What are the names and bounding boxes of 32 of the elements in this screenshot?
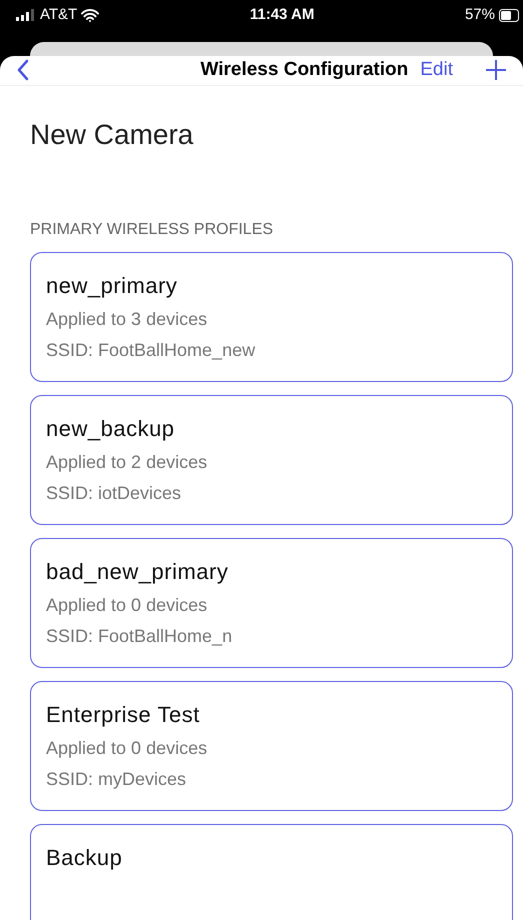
profile-card[interactable]: Enterprise Test Applied to 0 devices SSID: myDevices bbox=[30, 680, 513, 810]
page-heading: New Camera bbox=[30, 118, 194, 152]
profile-name: new_primary bbox=[46, 272, 178, 300]
wifi-icon bbox=[81, 8, 100, 22]
battery-icon bbox=[499, 8, 519, 22]
carrier-name: AT&T bbox=[40, 4, 78, 25]
profile-name: Enterprise Test bbox=[46, 700, 201, 729]
plus-icon bbox=[485, 59, 507, 82]
ssid-text: SSID: FootBallHome_n bbox=[46, 624, 234, 648]
ssid-text: SSID: FootBallHome_new bbox=[46, 338, 256, 362]
clock-time: 11:43 AM bbox=[250, 4, 314, 25]
edit-button[interactable]: Edit bbox=[420, 56, 453, 84]
back-button[interactable] bbox=[16, 59, 30, 82]
applied-count: Applied to 3 devices bbox=[46, 308, 208, 331]
profile-card[interactable]: bad_new_primary Applied to 0 devices SSID: FootBallHome_n bbox=[30, 538, 513, 668]
applied-count: Applied to 2 devices bbox=[46, 450, 208, 474]
profile-name: new_backup bbox=[46, 414, 176, 443]
profile-name: Backup bbox=[46, 844, 124, 872]
applied-count: Applied to 0 devices bbox=[46, 594, 208, 617]
nav-title: Wireless Configuration bbox=[200, 58, 408, 82]
profile-card[interactable]: Backup bbox=[30, 824, 513, 920]
battery-percent: 57% bbox=[464, 4, 495, 25]
signal-icon bbox=[16, 9, 36, 21]
profile-name: bad_new_primary bbox=[46, 558, 230, 586]
back-chevron-icon bbox=[16, 59, 30, 82]
ssid-text: SSID: iotDevices bbox=[46, 482, 182, 504]
applied-count: Applied to 0 devices bbox=[46, 736, 208, 760]
profile-card[interactable]: new_primary Applied to 3 devices SSID: FootBallHome_new bbox=[30, 252, 513, 382]
profile-card[interactable]: new_backup Applied to 2 devices SSID: iotDevices bbox=[30, 394, 513, 524]
section-header: PRIMARY WIRELESS PROFILES bbox=[30, 220, 274, 240]
ssid-text: SSID: myDevices bbox=[46, 768, 188, 791]
add-button[interactable] bbox=[485, 59, 507, 82]
